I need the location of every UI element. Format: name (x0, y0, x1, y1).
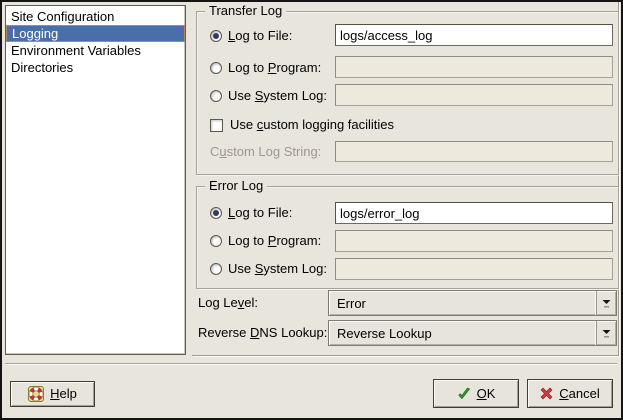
error-log-to-program-label: Log to Program: (228, 233, 321, 249)
log-level-label: Log Level: (198, 290, 258, 316)
transfer-log-to-program-radio[interactable] (210, 62, 222, 74)
category-item-site-configuration[interactable]: Site Configuration (6, 8, 185, 25)
error-log-to-file-label: Log to File: (228, 205, 292, 221)
error-log-legend: Error Log (205, 178, 267, 193)
custom-log-string-label: Custom Log String: (210, 144, 321, 160)
ok-check-icon (457, 387, 471, 401)
logging-dialog: Site Configuration Logging Environment V… (0, 0, 623, 420)
transfer-log-file-input[interactable] (335, 24, 613, 46)
help-icon (28, 386, 44, 402)
cancel-button[interactable]: Cancel (527, 379, 613, 408)
help-button[interactable]: Help (10, 381, 95, 407)
category-list: Site Configuration Logging Environment V… (5, 5, 186, 355)
transfer-use-system-log-label: Use System Log: (228, 88, 327, 104)
error-system-log-input (335, 258, 613, 280)
log-level-value: Error (329, 296, 596, 311)
transfer-log-to-file-radio[interactable] (210, 30, 222, 42)
error-use-system-log-radio[interactable] (210, 263, 222, 275)
transfer-system-log-input (335, 84, 613, 106)
reverse-dns-lookup-value: Reverse Lookup (329, 326, 596, 341)
error-log-to-file-radio[interactable] (210, 207, 222, 219)
dropdown-arrow-icon (596, 321, 616, 345)
custom-logging-facilities-label: Use custom logging facilities (230, 117, 394, 133)
reverse-dns-lookup-label: Reverse DNS Lookup: (198, 320, 327, 346)
category-item-logging[interactable]: Logging (6, 25, 185, 42)
transfer-log-program-input (335, 56, 613, 78)
ok-button-label: OK (477, 386, 496, 402)
ok-button[interactable]: OK (433, 379, 519, 408)
custom-log-string-input (335, 141, 613, 162)
custom-logging-facilities-checkbox[interactable] (210, 119, 223, 132)
log-level-dropdown[interactable]: Error (328, 290, 617, 316)
category-item-directories[interactable]: Directories (6, 59, 185, 76)
cancel-button-label: Cancel (559, 386, 599, 402)
cancel-x-icon (540, 387, 553, 400)
error-log-program-input (335, 230, 613, 252)
reverse-dns-lookup-dropdown[interactable]: Reverse Lookup (328, 320, 617, 346)
help-button-label: Help (50, 386, 77, 402)
transfer-use-system-log-radio[interactable] (210, 90, 222, 102)
error-use-system-log-label: Use System Log: (228, 261, 327, 277)
transfer-log-legend: Transfer Log (205, 3, 286, 18)
transfer-log-to-file-label: Log to File: (228, 28, 292, 44)
error-log-file-input[interactable] (335, 202, 613, 224)
dropdown-arrow-icon (596, 291, 616, 315)
transfer-log-to-program-label: Log to Program: (228, 60, 321, 76)
category-item-environment-variables[interactable]: Environment Variables (6, 42, 185, 59)
bottom-separator (5, 363, 617, 365)
error-log-to-program-radio[interactable] (210, 235, 222, 247)
